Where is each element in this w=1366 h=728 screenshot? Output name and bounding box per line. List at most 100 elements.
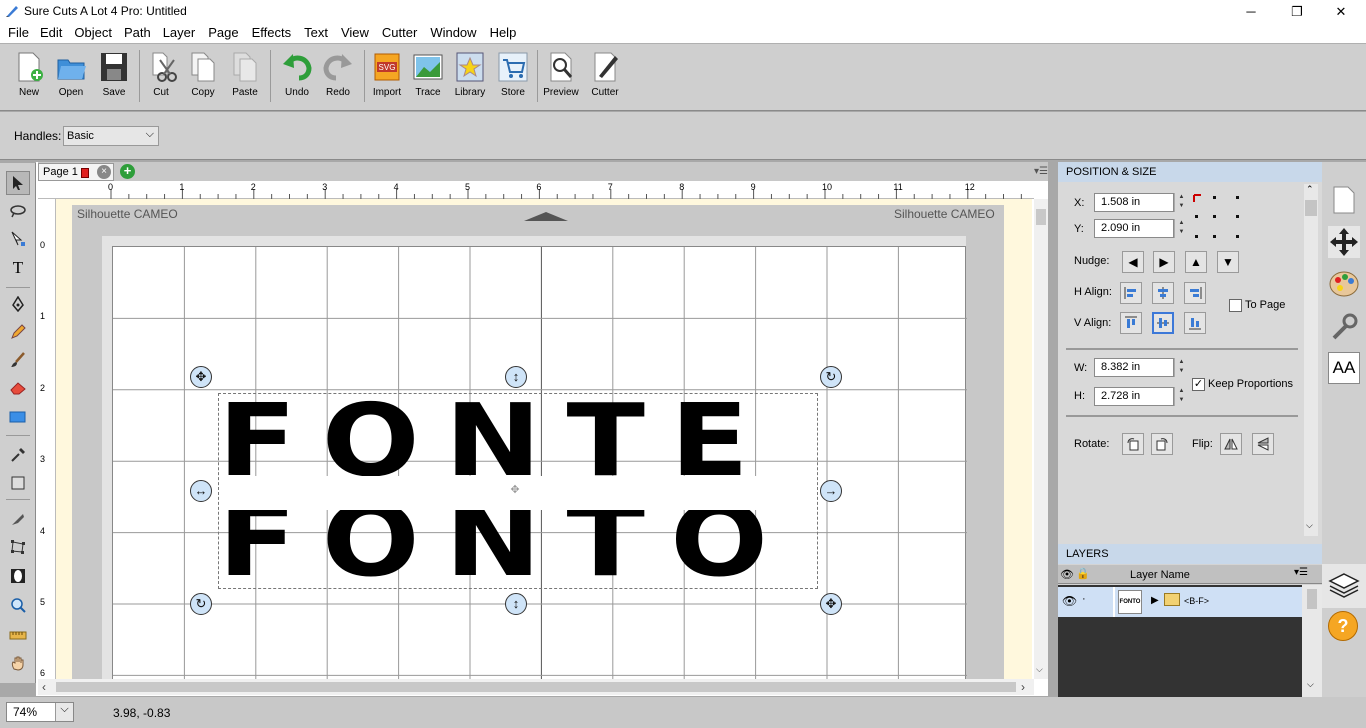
redo-button[interactable]: Redo [317, 50, 359, 108]
close-button[interactable]: ✕ [1318, 0, 1364, 23]
resize-handle-left[interactable]: ↔ [190, 480, 212, 502]
scroll-thumb[interactable] [1305, 200, 1317, 216]
cutting-mat[interactable]: Silhouette CAMEO Silhouette CAMEO FONTE … [56, 199, 1032, 680]
height-value[interactable]: 2.728 in [1094, 387, 1174, 406]
align-top-button[interactable] [1120, 312, 1142, 334]
nudge-down-button[interactable]: ▼ [1217, 251, 1239, 273]
x-value[interactable]: 1.508 in [1094, 193, 1174, 212]
copy-button[interactable]: Copy [182, 50, 224, 108]
import-button[interactable]: SVG Import [366, 50, 408, 108]
layer-unlocked-dot[interactable]: · [1082, 593, 1086, 605]
rotate-handle-bottom-left[interactable]: ↻ [190, 593, 212, 615]
pencil-tool[interactable] [6, 320, 30, 344]
zoom-tool[interactable] [6, 593, 30, 617]
measure-tool[interactable] [6, 623, 30, 647]
tab-menu-icon[interactable]: ▾☰ [1034, 166, 1048, 177]
move-handle[interactable]: ✥ [190, 366, 212, 388]
scroll-down-icon[interactable]: ⌵ [1307, 679, 1314, 690]
reference-point-grid[interactable] [1192, 193, 1244, 241]
handles-select[interactable]: Basic ⌵ [63, 126, 159, 146]
eye-icon[interactable]: 👁 [1060, 568, 1074, 581]
add-page-icon[interactable]: + [120, 164, 135, 179]
position-panel-button[interactable] [1328, 226, 1360, 258]
menu-text[interactable]: Text [304, 23, 328, 43]
height-field[interactable]: 2.728 in ▲ ▼ [1094, 387, 1188, 406]
width-value[interactable]: 8.382 in [1094, 358, 1174, 377]
menu-edit[interactable]: Edit [40, 23, 62, 43]
nudge-right-button[interactable]: ▶ [1153, 251, 1175, 273]
layers-panel-button[interactable] [1322, 564, 1366, 608]
align-middle-v-button[interactable] [1152, 312, 1174, 334]
scroll-up-icon[interactable]: ⌃ [1306, 184, 1314, 195]
node-edit-tool[interactable] [6, 227, 30, 251]
nudge-up-button[interactable]: ▲ [1185, 251, 1207, 273]
align-left-button[interactable] [1120, 282, 1142, 304]
menu-file[interactable]: File [8, 23, 29, 43]
menu-cutter[interactable]: Cutter [382, 23, 417, 43]
close-tab-icon[interactable]: × [97, 165, 111, 179]
y-value[interactable]: 2.090 in [1094, 219, 1174, 238]
menu-window[interactable]: Window [430, 23, 476, 43]
menu-view[interactable]: View [341, 23, 369, 43]
hand-tool[interactable] [6, 651, 30, 675]
transform-tool[interactable] [6, 535, 30, 559]
align-right-button[interactable] [1184, 282, 1206, 304]
layer-visible-icon[interactable]: 👁 [1062, 594, 1077, 608]
layers-scrollbar[interactable]: ⌵ [1302, 585, 1322, 697]
rotate-right-button[interactable] [1151, 433, 1173, 455]
rotate-left-button[interactable] [1122, 433, 1144, 455]
x-spinner[interactable]: ▲ ▼ [1174, 193, 1188, 212]
to-page-checkbox[interactable] [1229, 299, 1242, 312]
color-panel-button[interactable] [1328, 268, 1360, 300]
minimize-button[interactable]: ─ [1228, 0, 1274, 23]
menu-path[interactable]: Path [124, 23, 151, 43]
scale-handle-bottom-right[interactable]: ✥ [820, 593, 842, 615]
trace-button[interactable]: Trace [407, 50, 449, 108]
height-spinner[interactable]: ▲ ▼ [1174, 387, 1188, 406]
open-button[interactable]: Open [50, 50, 92, 108]
save-button[interactable]: Save [93, 50, 135, 108]
resize-handle-right[interactable]: → [820, 480, 842, 502]
scroll-right-icon[interactable]: › [1021, 680, 1025, 694]
y-field[interactable]: 2.090 in ▲ ▼ [1094, 219, 1188, 238]
scroll-thumb[interactable] [1307, 589, 1317, 609]
flip-vertical-button[interactable] [1252, 433, 1274, 455]
panel-scrollbar[interactable]: ⌃ ⌵ [1304, 184, 1318, 536]
store-button[interactable]: Store [492, 50, 534, 108]
menu-effects[interactable]: Effects [252, 23, 292, 43]
undo-button[interactable]: Undo [276, 50, 318, 108]
layers-menu-icon[interactable]: ▾☰ [1294, 567, 1308, 578]
scroll-left-icon[interactable]: ‹ [42, 680, 46, 694]
flip-horizontal-button[interactable] [1220, 433, 1242, 455]
menu-layer[interactable]: Layer [163, 23, 196, 43]
knife-tool[interactable] [6, 507, 30, 531]
page-panel-button[interactable] [1328, 184, 1360, 216]
text-panel-button[interactable]: AA [1328, 352, 1360, 384]
weld-tool[interactable] [6, 564, 30, 588]
select-tool[interactable] [6, 171, 30, 195]
pen-tool[interactable] [6, 292, 30, 316]
scroll-thumb[interactable] [1036, 209, 1046, 225]
resize-handle-top[interactable]: ↕ [505, 366, 527, 388]
cutter-button[interactable]: Cutter [584, 50, 626, 108]
text-object[interactable]: FONTE FONTO ✥ [218, 391, 818, 591]
new-button[interactable]: New [8, 50, 50, 108]
library-button[interactable]: Library [449, 50, 491, 108]
eraser-tool[interactable] [6, 376, 30, 400]
shape-tool[interactable] [6, 405, 30, 429]
help-icon[interactable]: ? [1328, 611, 1358, 641]
x-field[interactable]: 1.508 in ▲ ▼ [1094, 193, 1188, 212]
cut-button[interactable]: Cut [140, 50, 182, 108]
keep-proportions-checkbox[interactable]: ✓ [1192, 378, 1205, 391]
menu-object[interactable]: Object [74, 23, 112, 43]
lasso-tool[interactable] [6, 199, 30, 223]
y-spinner[interactable]: ▲ ▼ [1174, 219, 1188, 238]
rotate-handle-top-right[interactable]: ↻ [820, 366, 842, 388]
width-field[interactable]: 8.382 in ▲ ▼ [1094, 358, 1188, 377]
brush-tool[interactable] [6, 348, 30, 372]
align-bottom-button[interactable] [1184, 312, 1206, 334]
scroll-down-icon[interactable]: ⌵ [1036, 664, 1043, 675]
scroll-thumb[interactable] [56, 682, 1016, 692]
eyedropper-tool[interactable] [6, 443, 30, 467]
layer-row[interactable]: 👁 · FONTO ▶ <B-F> [1058, 587, 1302, 617]
